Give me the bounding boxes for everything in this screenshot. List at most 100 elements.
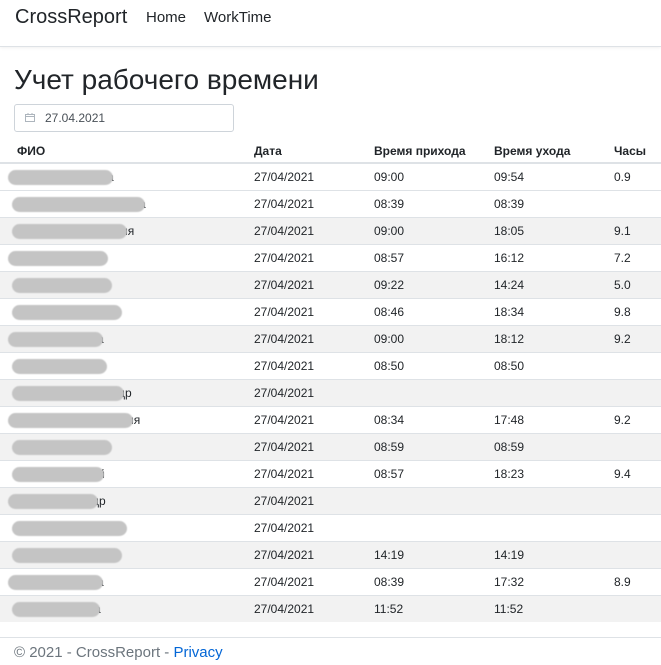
table-row: а27/04/202108:3908:39 (0, 190, 661, 218)
cell-fio (0, 244, 254, 272)
cell-date: 27/04/2021 (254, 352, 374, 380)
date-value: 27.04.2021 (45, 111, 106, 125)
cell-fio (0, 514, 254, 542)
cell-date: 27/04/2021 (254, 514, 374, 542)
redacted-name-block (12, 304, 122, 320)
cell-date: 27/04/2021 (254, 162, 374, 191)
cell-departure: 09:54 (494, 162, 614, 191)
redacted-name-block (12, 385, 124, 401)
table-row: а27/04/202109:0009:540.9 (0, 162, 661, 191)
table-row: ия 27/04/2021 08:34 17:48 9.2 (0, 406, 661, 434)
cell-arrival (374, 514, 494, 542)
cell-departure: 18:05 (494, 217, 614, 245)
column-header-departure[interactable]: Время ухода (494, 140, 614, 164)
cell-hours (614, 352, 661, 380)
cell-date: 27/04/2021 (254, 487, 374, 515)
cell-hours: 9.8 (614, 298, 661, 326)
cell-hours: 0.9 (614, 162, 661, 191)
cell-fio: др (0, 379, 254, 407)
cell-date: 27/04/2021 (254, 217, 374, 245)
cell-arrival: 14:19 (374, 541, 494, 569)
cell-date: 27/04/2021 (254, 568, 374, 596)
cell-date: 27/04/2021 (254, 190, 374, 218)
privacy-link[interactable]: Privacy (173, 644, 222, 661)
cell-arrival (374, 487, 494, 515)
cell-fio: а (0, 325, 254, 353)
cell-arrival: 08:39 (374, 190, 494, 218)
cell-date: 27/04/2021 (254, 406, 374, 434)
cell-fio: а (0, 595, 254, 622)
cell-fio (0, 352, 254, 380)
cell-fio: ия (0, 406, 254, 434)
cell-arrival: 08:34 (374, 406, 494, 434)
nav-worktime-link[interactable]: WorkTime (204, 9, 272, 26)
redacted-name-block (8, 493, 98, 509)
table-row: др 27/04/2021 (0, 487, 661, 515)
table-row: ия 27/04/2021 09:00 18:05 9.1 (0, 217, 661, 245)
cell-date: 27/04/2021 (254, 541, 374, 569)
table-row: а27/04/202109:0018:129.2 (0, 325, 661, 353)
redacted-name-block (8, 331, 103, 347)
page-title: Учет рабочего времени (14, 64, 319, 95)
cell-arrival: 09:00 (374, 162, 494, 191)
redacted-name-block (12, 277, 112, 293)
cell-date: 27/04/2021 (254, 595, 374, 622)
redacted-name-block (12, 547, 122, 563)
column-header-hours[interactable]: Часы (614, 140, 661, 164)
footer-copyright: © 2021 - CrossReport - (14, 644, 174, 661)
cell-departure: 08:39 (494, 190, 614, 218)
cell-fio (0, 433, 254, 461)
redacted-name-block (12, 439, 112, 455)
cell-departure: 18:34 (494, 298, 614, 326)
navbar: CrossReport Home WorkTime (0, 0, 661, 47)
redacted-name-block (12, 601, 100, 617)
table-row: 27/04/2021 14:19 14:19 (0, 541, 661, 569)
cell-hours (614, 433, 661, 461)
table-header-row: ФИО Дата Время прихода Время ухода Часы (0, 140, 661, 164)
cell-hours (614, 379, 661, 407)
brand-link[interactable]: CrossReport (15, 6, 127, 29)
cell-date: 27/04/2021 (254, 325, 374, 353)
cell-departure: 14:19 (494, 541, 614, 569)
column-header-arrival[interactable]: Время прихода (374, 140, 494, 164)
cell-arrival: 09:22 (374, 271, 494, 299)
table-row: 27/04/2021 08:46 18:34 9.8 (0, 298, 661, 326)
cell-departure: 16:12 (494, 244, 614, 272)
cell-arrival: 09:00 (374, 217, 494, 245)
nav-home-link[interactable]: Home (146, 9, 186, 26)
cell-arrival: 08:59 (374, 433, 494, 461)
date-picker-input[interactable]: 27.04.2021 (14, 104, 234, 132)
cell-date: 27/04/2021 (254, 244, 374, 272)
cell-date: 27/04/2021 (254, 379, 374, 407)
cell-hours: 9.2 (614, 406, 661, 434)
cell-arrival: 08:39 (374, 568, 494, 596)
redacted-name-block (12, 196, 145, 212)
cell-arrival: 08:46 (374, 298, 494, 326)
cell-hours (614, 190, 661, 218)
cell-date: 27/04/2021 (254, 298, 374, 326)
cell-hours: 9.1 (614, 217, 661, 245)
cell-hours (614, 595, 661, 622)
cell-departure: 11:52 (494, 595, 614, 622)
cell-departure (494, 487, 614, 515)
footer-text: © 2021 - CrossReport - Privacy (14, 644, 223, 661)
cell-departure (494, 379, 614, 407)
table-row: 27/04/2021 08:57 16:12 7.2 (0, 244, 661, 272)
redacted-name-block (8, 412, 133, 428)
redacted-name-block (12, 520, 127, 536)
cell-hours: 8.9 (614, 568, 661, 596)
cell-date: 27/04/2021 (254, 460, 374, 488)
column-header-date[interactable]: Дата (254, 140, 374, 164)
cell-hours: 7.2 (614, 244, 661, 272)
table-row: й27/04/202108:5718:239.4 (0, 460, 661, 488)
column-header-fio[interactable]: ФИО (0, 140, 254, 164)
redacted-name-block (8, 574, 103, 590)
calendar-icon (25, 113, 35, 122)
redacted-name-block (12, 358, 107, 374)
cell-arrival: 11:52 (374, 595, 494, 622)
footer: © 2021 - CrossReport - Privacy (0, 637, 661, 665)
cell-arrival: 08:57 (374, 244, 494, 272)
cell-arrival (374, 379, 494, 407)
redacted-name-block (8, 250, 108, 266)
cell-fio: а (0, 568, 254, 596)
